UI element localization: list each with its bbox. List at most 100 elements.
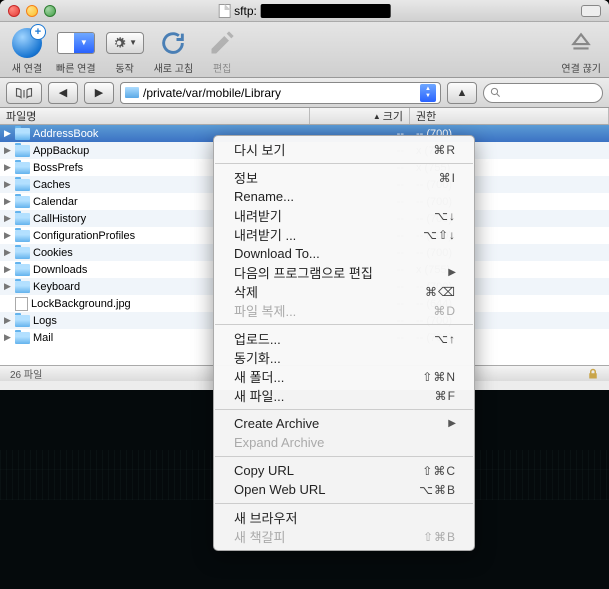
menu-item[interactable]: 업로드... ⌥↑: [214, 329, 474, 348]
menu-item[interactable]: Download To...: [214, 244, 474, 263]
context-menu: 다시 보기 ⌘R 정보⌘I Rename... 내려받기⌥↓내려받기 ...⌥⇧↓Dow…: [213, 135, 475, 551]
back-button[interactable]: ◀: [48, 82, 78, 104]
disclosure-triangle-icon[interactable]: ▶: [4, 230, 12, 241]
shortcut: ⇧⌘N: [422, 370, 456, 384]
folder-icon: [15, 162, 30, 174]
folder-icon: [15, 145, 30, 157]
quick-connect-combo[interactable]: ▼: [57, 32, 95, 54]
search-field[interactable]: [483, 83, 603, 103]
menu-label: 새 브라우저: [234, 508, 297, 527]
folder-icon: [15, 315, 30, 327]
disclosure-triangle-icon[interactable]: ▶: [4, 196, 12, 207]
disclosure-triangle-icon[interactable]: ▶: [4, 213, 12, 224]
path-field[interactable]: /private/var/mobile/Library ▲▼: [120, 82, 441, 104]
menu-item[interactable]: Open Web URL⌥⌘B: [214, 480, 474, 499]
menu-label: 다시 보기: [234, 140, 285, 159]
folder-icon: [15, 213, 30, 225]
file-name: Caches: [33, 179, 70, 191]
menu-label: 업로드...: [234, 329, 281, 348]
menu-label: Expand Archive: [234, 435, 324, 450]
menu-item[interactable]: Rename...: [214, 187, 474, 206]
folder-icon: [125, 87, 139, 98]
file-name: BossPrefs: [33, 162, 83, 174]
menu-item[interactable]: 새 파일...⌘F: [214, 386, 474, 405]
lock-icon: [587, 368, 599, 380]
file-name: ConfigurationProfiles: [33, 230, 135, 242]
bookmarks-button[interactable]: [6, 82, 42, 104]
shortcut: ⌘R: [433, 143, 456, 157]
disclosure-triangle-icon[interactable]: ▶: [4, 264, 12, 275]
menu-item[interactable]: 정보⌘I: [214, 168, 474, 187]
menu-label: Rename...: [234, 189, 294, 204]
title-text: sftp:: [234, 4, 257, 18]
zoom-icon[interactable]: [44, 5, 56, 17]
file-name: Logs: [33, 315, 57, 327]
folder-icon: [15, 179, 30, 191]
header-size[interactable]: ▲크기: [310, 108, 410, 124]
disclosure-triangle-icon[interactable]: ▶: [4, 128, 12, 139]
menu-item[interactable]: 새 폴더...⇧⌘N: [214, 367, 474, 386]
new-connection-button[interactable]: 새 연결: [8, 27, 46, 75]
disclosure-triangle-icon[interactable]: ▶: [4, 332, 12, 343]
menu-item[interactable]: Create Archive▶: [214, 414, 474, 433]
file-name: AppBackup: [33, 145, 89, 157]
shortcut: ⇧⌘C: [422, 464, 456, 478]
shortcut: ⌥↑: [434, 332, 456, 346]
menu-item[interactable]: 내려받기 ...⌥⇧↓: [214, 225, 474, 244]
menu-item[interactable]: 동기화...: [214, 348, 474, 367]
gear-icon: [112, 36, 126, 50]
file-name: AddressBook: [33, 128, 98, 140]
folder-icon: [15, 281, 30, 293]
disclosure-triangle-icon[interactable]: ▶: [4, 162, 12, 173]
menu-item[interactable]: 내려받기⌥↓: [214, 206, 474, 225]
disclosure-triangle-icon[interactable]: ▶: [4, 247, 12, 258]
path-text: /private/var/mobile/Library: [143, 86, 281, 100]
book-icon: [15, 86, 33, 100]
disclosure-triangle-icon[interactable]: ▶: [4, 281, 12, 292]
disclosure-triangle-icon[interactable]: ▶: [4, 179, 12, 190]
folder-icon: [15, 264, 30, 276]
disclosure-triangle-icon[interactable]: ▶: [4, 315, 12, 326]
minimize-icon[interactable]: [26, 5, 38, 17]
triangle-up-icon: ▲: [457, 87, 468, 99]
close-icon[interactable]: [8, 5, 20, 17]
shortcut: ⌘⌫: [425, 285, 456, 299]
header-name[interactable]: 파일명: [0, 108, 310, 124]
title-redacted: [261, 4, 391, 18]
shortcut: ⇧⌘B: [423, 530, 456, 544]
path-stepper[interactable]: ▲▼: [420, 84, 436, 102]
quick-connect[interactable]: ▼ 빠른 연결: [56, 27, 96, 75]
menu-item: 파일 복제...⌘D: [214, 301, 474, 320]
file-name: Mail: [33, 332, 53, 344]
menu-item: 새 책갈피 ⇧⌘B: [214, 527, 474, 546]
menu-item[interactable]: 다음의 프로그램으로 편집▶: [214, 263, 474, 282]
column-headers: 파일명 ▲크기 권한: [0, 108, 609, 125]
menu-item[interactable]: Copy URL⇧⌘C: [214, 461, 474, 480]
search-input[interactable]: [505, 87, 585, 99]
header-perm[interactable]: 권한: [410, 108, 609, 124]
menu-label: Open Web URL: [234, 482, 326, 497]
menu-separator: [215, 409, 473, 410]
menu-item: Expand Archive: [214, 433, 474, 452]
action-menu-button[interactable]: ▼ 동작: [106, 27, 144, 75]
search-icon: [490, 87, 501, 98]
menu-separator: [215, 163, 473, 164]
up-button[interactable]: ▲: [447, 82, 477, 104]
menu-item[interactable]: 새 브라우저: [214, 508, 474, 527]
file-count: 26 파일: [10, 366, 42, 381]
toolbar-toggle-button[interactable]: [581, 5, 601, 17]
file-name: LockBackground.jpg: [31, 298, 131, 310]
menu-label: 새 파일...: [234, 386, 284, 405]
forward-button[interactable]: ▶: [84, 82, 114, 104]
sort-indicator-icon: ▲: [373, 112, 381, 121]
refresh-button[interactable]: 새로 고침: [154, 27, 194, 75]
shortcut: ⌘D: [433, 304, 456, 318]
menu-item[interactable]: 삭제⌘⌫: [214, 282, 474, 301]
file-name: Downloads: [33, 264, 87, 276]
menu-item[interactable]: 다시 보기 ⌘R: [214, 140, 474, 159]
menu-label: 내려받기: [234, 206, 282, 225]
disconnect-button[interactable]: 연결 끊기: [561, 27, 601, 75]
disclosure-triangle-icon[interactable]: ▶: [4, 145, 12, 156]
chevron-right-icon: ▶: [95, 86, 103, 99]
menu-label: 새 책갈피: [234, 527, 285, 546]
